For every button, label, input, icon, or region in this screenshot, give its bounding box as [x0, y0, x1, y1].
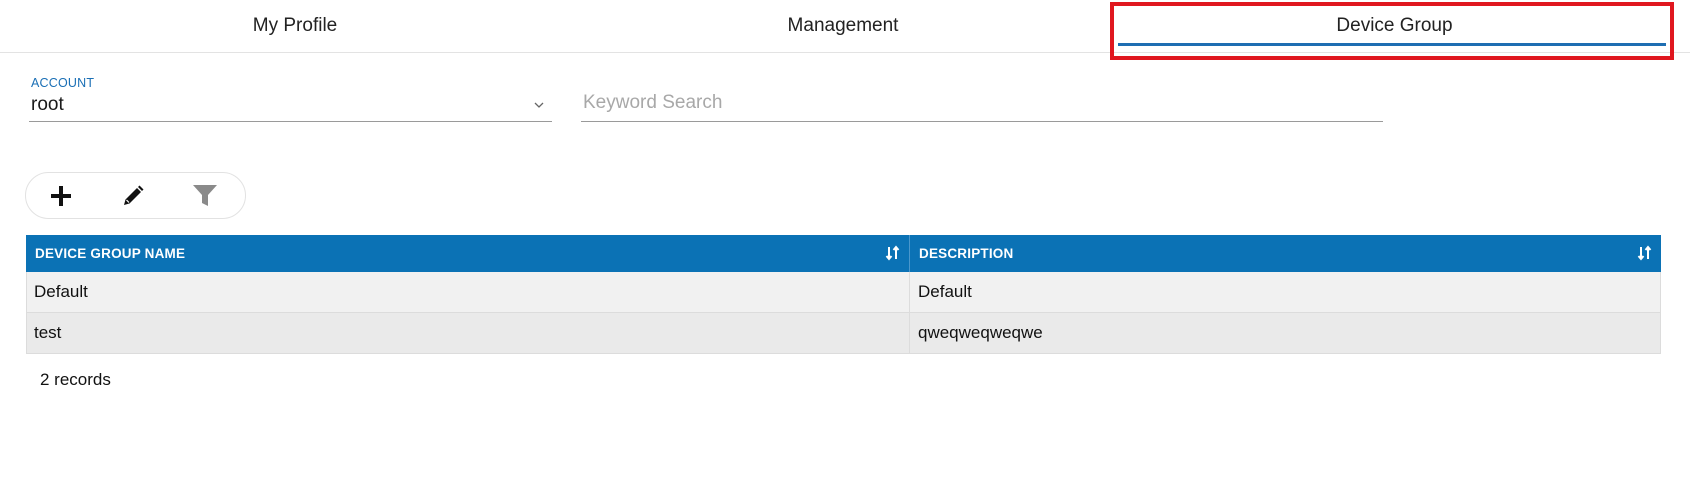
keyword-search: [581, 86, 1383, 122]
search-input[interactable]: [581, 86, 1383, 120]
tab-my-profile[interactable]: My Profile: [0, 0, 590, 52]
highlight-box: [1110, 2, 1674, 60]
sort-icon[interactable]: [885, 245, 901, 261]
edit-button[interactable]: [117, 180, 149, 212]
table-border: [1660, 272, 1661, 354]
column-header-description[interactable]: DESCRIPTION: [910, 235, 1661, 272]
filter-icon: [193, 185, 217, 206]
table-header: DEVICE GROUP NAME DESCRIPTION: [26, 235, 1661, 272]
add-button[interactable]: [45, 180, 77, 212]
toolbar: [25, 172, 246, 219]
record-count: 2 records: [40, 370, 111, 389]
column-header-device-group-name[interactable]: DEVICE GROUP NAME: [26, 235, 910, 272]
cell-description: Default: [918, 282, 972, 301]
filter-button[interactable]: [189, 180, 221, 212]
account-select[interactable]: ACCOUNT root: [29, 74, 552, 122]
column-header-label: DEVICE GROUP NAME: [35, 246, 186, 261]
table-row[interactable]: Default Default: [26, 272, 1661, 313]
tab-label: Management: [787, 15, 899, 36]
column-header-label: DESCRIPTION: [919, 246, 1014, 261]
table-border: [26, 272, 27, 354]
cell-device-group-name: Default: [26, 272, 910, 312]
sort-icon[interactable]: [1637, 245, 1653, 261]
table-row[interactable]: test qweqweqweqwe: [26, 313, 1661, 354]
cell-description: qweqweqweqwe: [918, 323, 1043, 342]
chevron-down-icon: [534, 102, 544, 108]
account-value: root: [31, 94, 64, 115]
pencil-icon: [124, 185, 144, 205]
plus-icon: [51, 186, 71, 206]
tab-management[interactable]: Management: [568, 0, 1118, 52]
cell-device-group-name: test: [26, 313, 910, 353]
tab-label: My Profile: [252, 15, 338, 36]
account-label: ACCOUNT: [31, 76, 95, 90]
